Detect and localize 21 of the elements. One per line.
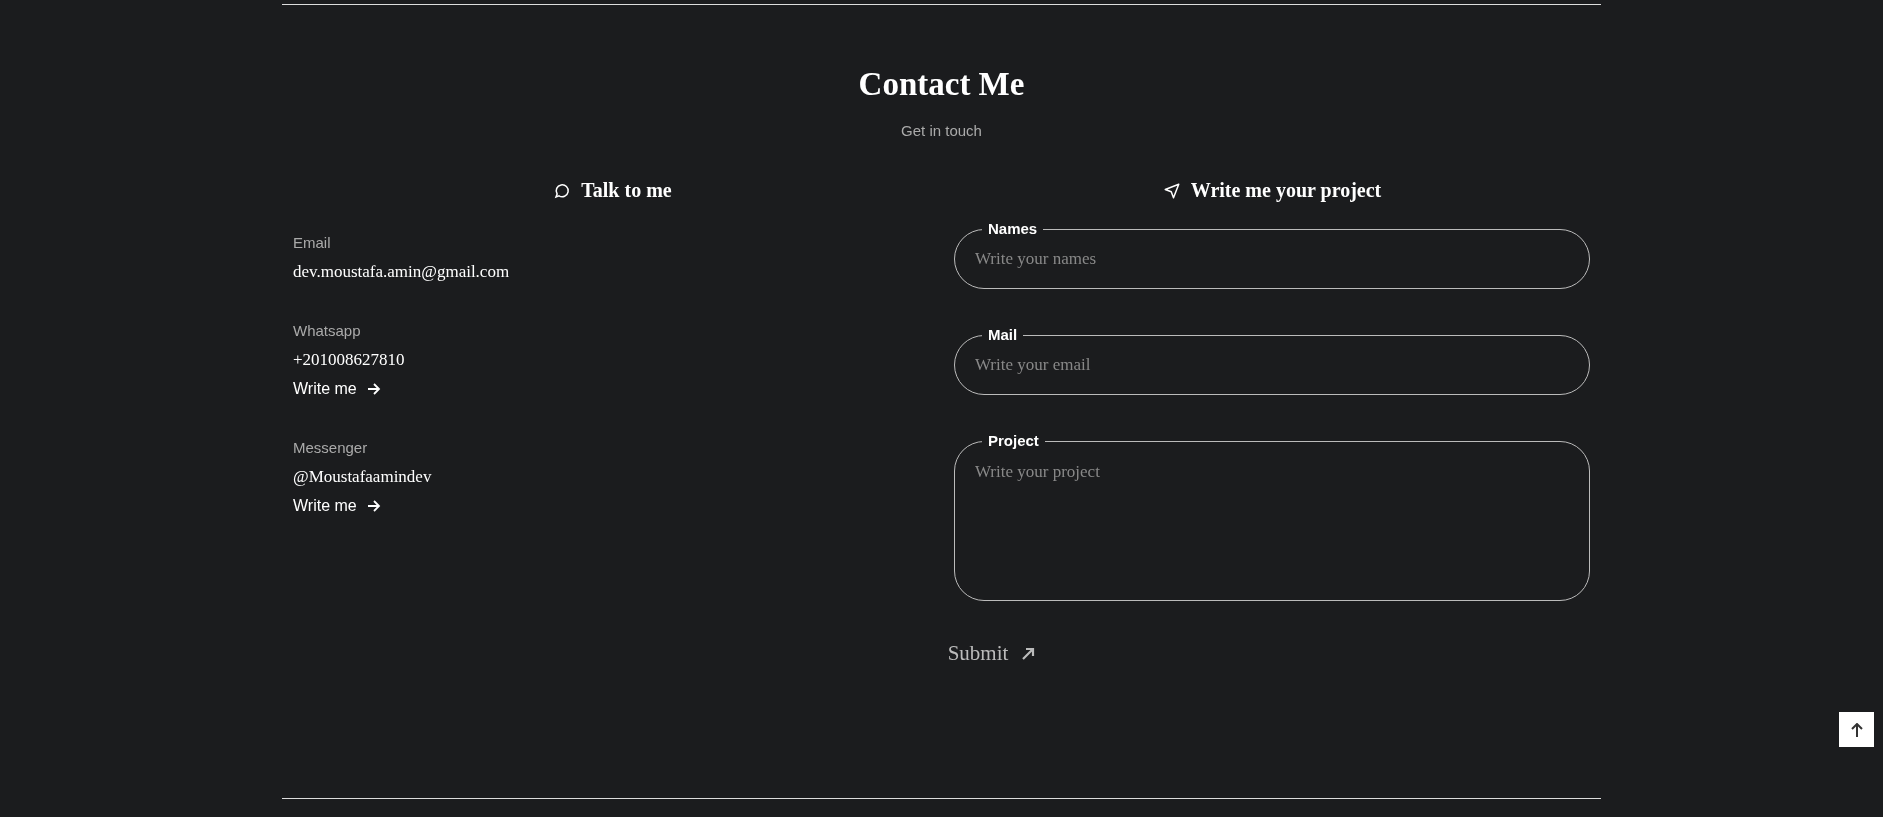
chat-bubble-icon <box>553 181 572 200</box>
contact-value: dev.moustafa.amin@gmail.com <box>293 262 510 282</box>
submit-button[interactable]: Submit <box>947 641 1037 666</box>
write-me-link[interactable]: Write me <box>293 379 381 399</box>
column-heading: Talk to me <box>581 179 672 202</box>
section-subtitle: Get in touch <box>900 122 983 139</box>
arrow-up-icon <box>1850 722 1863 737</box>
arrow-right-icon <box>366 499 381 513</box>
field-label: Project <box>982 432 1045 450</box>
contact-label: Email <box>293 234 331 252</box>
arrow-right-icon <box>366 382 381 396</box>
section-title: Contact Me <box>857 68 1026 101</box>
arrow-up-right-icon <box>1020 645 1037 662</box>
send-icon <box>1162 181 1181 200</box>
contact-label: Whatsapp <box>293 322 361 340</box>
write-me-link[interactable]: Write me <box>293 496 381 516</box>
column-heading: Write me your project <box>1190 179 1382 202</box>
contact-value: +201008627810 <box>293 350 405 370</box>
scroll-top-button[interactable] <box>1839 712 1874 747</box>
contact-value: @Moustafaamindev <box>293 467 432 487</box>
contact-label: Messenger <box>293 439 368 457</box>
